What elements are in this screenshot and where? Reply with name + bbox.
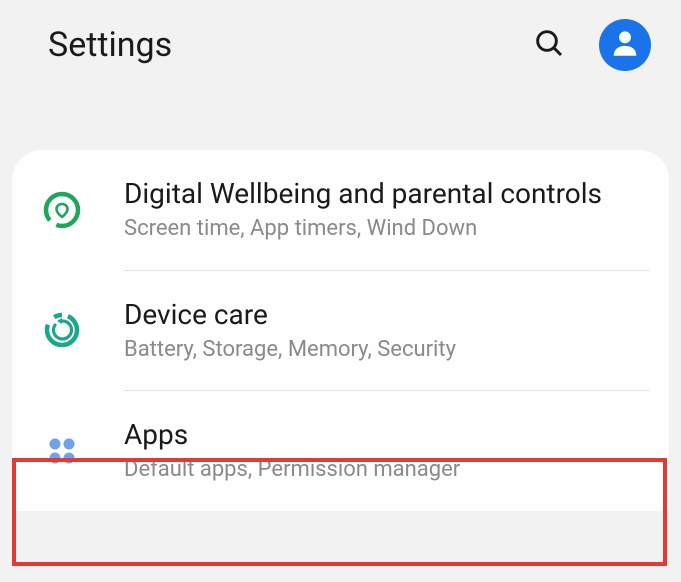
settings-item-device-care[interactable]: Device care Battery, Storage, Memory, Se…	[12, 271, 669, 391]
search-icon	[533, 27, 565, 63]
wellbeing-icon	[42, 190, 82, 230]
settings-card: Digital Wellbeing and parental controls …	[12, 150, 669, 511]
page-title: Settings	[48, 25, 531, 65]
list-content: Digital Wellbeing and parental controls …	[124, 176, 649, 244]
settings-item-digital-wellbeing[interactable]: Digital Wellbeing and parental controls …	[12, 150, 669, 270]
item-subtitle: Battery, Storage, Memory, Security	[124, 336, 649, 365]
search-button[interactable]	[531, 27, 567, 63]
header-actions	[531, 19, 651, 71]
item-subtitle: Default apps, Permission manager	[124, 456, 649, 485]
person-icon	[608, 26, 642, 64]
profile-button[interactable]	[599, 19, 651, 71]
settings-header: Settings	[0, 0, 681, 90]
list-content: Device care Battery, Storage, Memory, Se…	[124, 297, 649, 365]
item-subtitle: Screen time, App timers, Wind Down	[124, 215, 649, 244]
device-care-icon	[42, 310, 82, 350]
item-title: Apps	[124, 417, 649, 452]
item-title: Device care	[124, 297, 649, 332]
item-title: Digital Wellbeing and parental controls	[124, 176, 649, 211]
list-content: Apps Default apps, Permission manager	[124, 417, 649, 485]
settings-item-apps[interactable]: Apps Default apps, Permission manager	[12, 391, 669, 511]
apps-icon	[42, 431, 82, 471]
